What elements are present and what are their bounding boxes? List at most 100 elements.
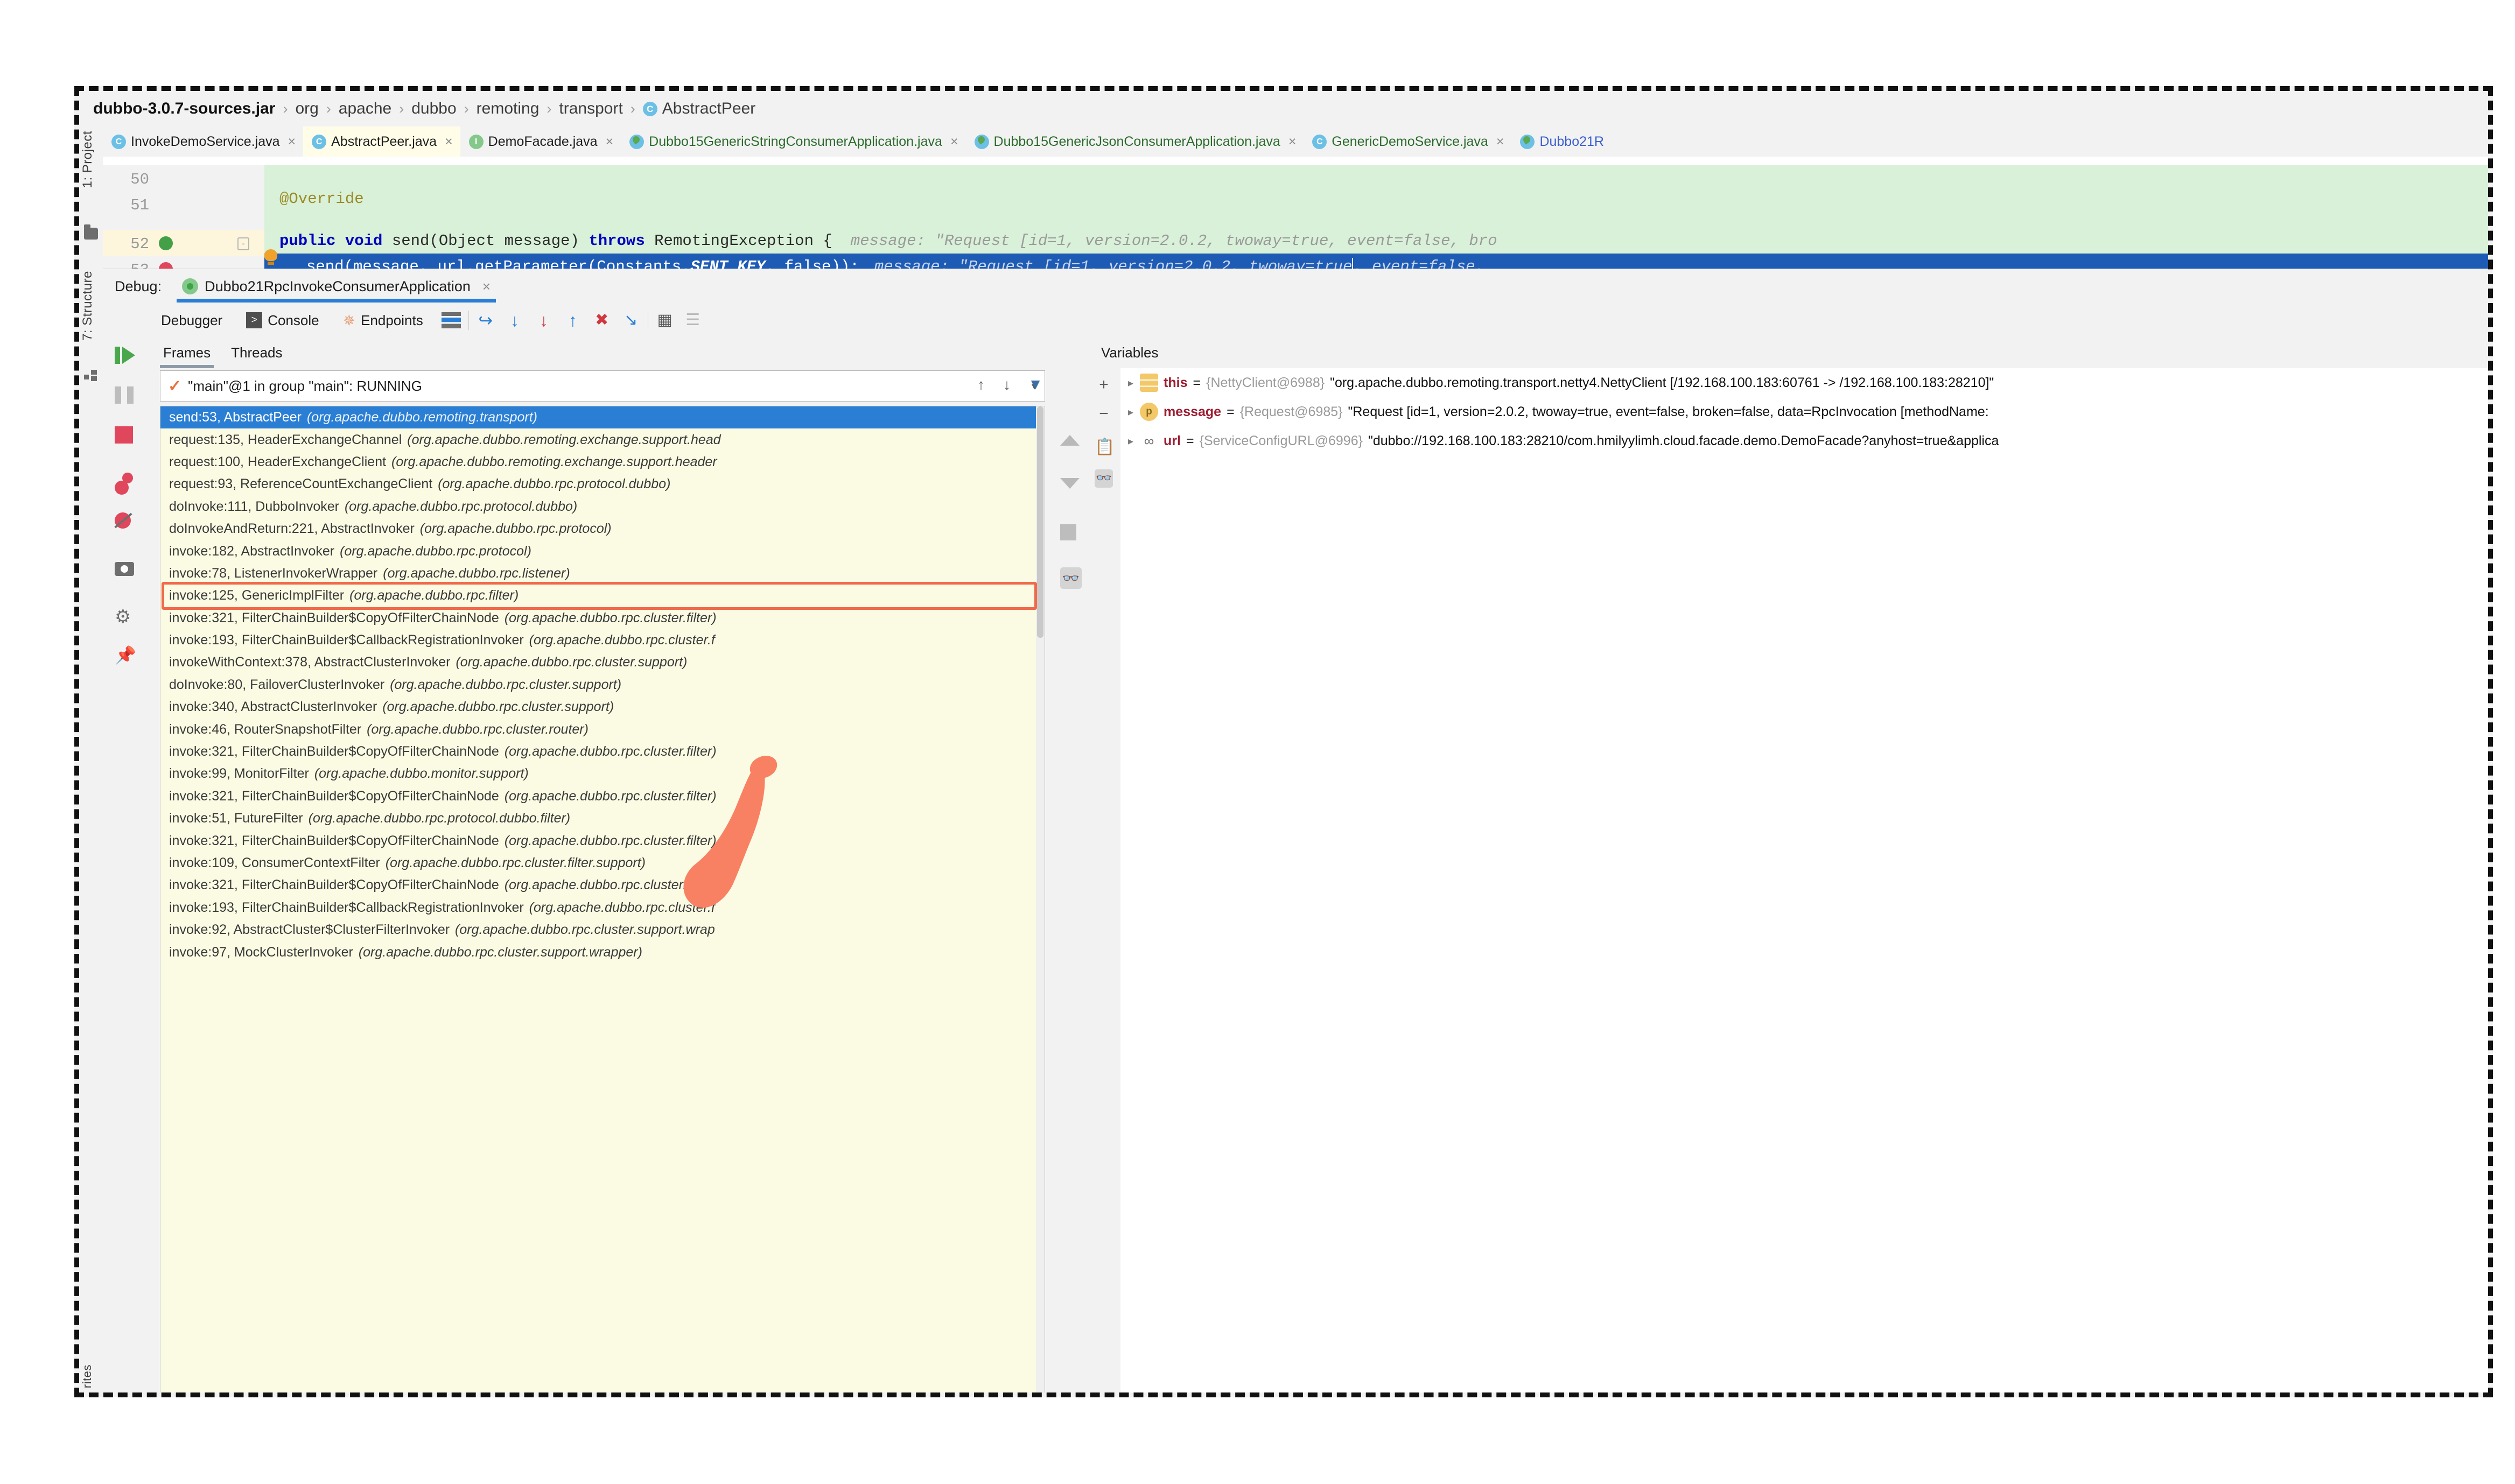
filter-icon[interactable]: ▼ (1028, 376, 1043, 393)
copy-value-icon[interactable]: 📋 (1095, 438, 1113, 456)
breadcrumb[interactable]: dubbo-3.0.7-sources.jar › org › apache ›… (79, 91, 2488, 126)
frame-row[interactable]: invoke:321, FilterChainBuilder$CopyOfFil… (160, 829, 1045, 852)
close-icon[interactable]: × (1496, 134, 1504, 150)
step-out-icon[interactable]: ↑ (564, 311, 582, 329)
inspect-icon[interactable]: 👓 (1095, 469, 1113, 488)
code-fold-icon[interactable]: - (237, 237, 249, 250)
editor-tab-abstractpeer[interactable]: C AbstractPeer.java × (303, 126, 460, 157)
frames-side-actions[interactable]: 👓 (1054, 337, 1087, 1392)
code-line-53-current[interactable]: send(message, url.getParameter(Constants… (264, 254, 2488, 269)
close-icon[interactable]: × (606, 134, 614, 150)
close-icon[interactable]: × (1288, 134, 1297, 150)
frame-row[interactable]: invoke:97, MockClusterInvoker (org.apach… (160, 941, 1045, 963)
breadcrumb-item-org[interactable]: org (295, 100, 318, 118)
frame-row[interactable]: doInvoke:111, DubboInvoker (org.apache.d… (160, 496, 1045, 518)
trace-icon[interactable]: ☰ (684, 311, 702, 329)
frames-down-icon[interactable]: ↓ (998, 376, 1016, 394)
pause-program-icon[interactable] (115, 386, 137, 409)
scroll-up-icon[interactable] (1060, 435, 1080, 446)
editor-tab-demofacade[interactable]: I DemoFacade.java × (460, 126, 621, 157)
variable-row-this[interactable]: ▸ this = {NettyClient@6988} "org.apache.… (1120, 368, 2488, 397)
frame-row[interactable]: doInvoke:80, FailoverClusterInvoker (org… (160, 674, 1045, 696)
variable-row-message[interactable]: ▸ p message = {Request@6985} "Request [i… (1120, 397, 2488, 426)
frame-row[interactable]: invoke:340, AbstractClusterInvoker (org.… (160, 696, 1045, 718)
tab-frames[interactable]: Frames (163, 337, 211, 368)
tab-debugger[interactable]: Debugger (149, 312, 234, 329)
debug-toolbar[interactable]: Debugger > Console ✵ Endpoints ↪ ↓ ↓ ↑ ✖… (103, 304, 2488, 337)
frames-scrollbar[interactable] (1036, 406, 1045, 1392)
run-configuration-tab[interactable]: Dubbo21RpcInvokeConsumerApplication × (177, 269, 496, 304)
editor-tab-genericdemoservice[interactable]: C GenericDemoService.java × (1304, 126, 1511, 157)
run-to-cursor-icon[interactable]: ↘ (622, 311, 640, 329)
frame-row[interactable]: invoke:321, FilterChainBuilder$CopyOfFil… (160, 785, 1045, 807)
debug-action-buttons[interactable]: ⚙ 📌 (103, 337, 150, 1392)
mute-breakpoints-icon[interactable] (115, 512, 137, 535)
chevron-right-icon[interactable]: ▸ (1128, 376, 1133, 390)
breadcrumb-leaf[interactable]: AbstractPeer (662, 100, 755, 118)
frame-row[interactable]: invoke:182, AbstractInvoker (org.apache.… (160, 540, 1045, 562)
breakpoint-icon[interactable] (159, 262, 173, 269)
breadcrumb-item-apache[interactable]: apache (339, 100, 391, 118)
editor-code-area[interactable]: @Override public void send(Object messag… (264, 165, 2488, 269)
frames-tab-bar[interactable]: Frames Threads (149, 337, 1054, 368)
frame-row[interactable]: invoke:109, ConsumerContextFilter (org.a… (160, 852, 1045, 874)
breadcrumb-root[interactable]: dubbo-3.0.7-sources.jar (93, 100, 275, 118)
tab-threads[interactable]: Threads (231, 337, 282, 368)
step-over-icon[interactable]: ↪ (477, 311, 495, 329)
remove-watch-icon[interactable]: − (1095, 405, 1113, 423)
thread-selector[interactable]: ✓ "main"@1 in group "main": RUNNING ▾ (160, 370, 1045, 402)
close-icon[interactable]: × (445, 134, 453, 150)
tab-console[interactable]: > Console (234, 312, 331, 329)
close-icon[interactable]: × (288, 134, 296, 150)
frames-up-icon[interactable]: ↑ (972, 376, 990, 394)
get-thread-dump-icon[interactable] (115, 562, 137, 585)
pin-tab-icon[interactable]: 📌 (115, 645, 137, 667)
variables-list[interactable]: ▸ this = {NettyClient@6988} "org.apache.… (1120, 368, 2488, 1392)
breakpoint-verified-icon[interactable] (159, 236, 173, 250)
frame-row[interactable]: invoke:99, MonitorFilter (org.apache.dub… (160, 763, 1045, 785)
intention-bulb-icon[interactable] (264, 249, 277, 265)
add-watch-icon[interactable]: + (1095, 376, 1113, 394)
drop-frame-icon[interactable]: ✖ (593, 311, 611, 329)
stop-icon[interactable] (115, 426, 137, 449)
frame-row[interactable]: invoke:92, AbstractCluster$ClusterFilter… (160, 919, 1045, 941)
editor-tab-bar[interactable]: C InvokeDemoService.java × C AbstractPee… (103, 126, 2488, 157)
scroll-down-icon[interactable] (1060, 478, 1080, 489)
frame-row[interactable]: invoke:193, FilterChainBuilder$CallbackR… (160, 897, 1045, 919)
copy-icon[interactable] (1060, 524, 1082, 546)
view-breakpoints-icon[interactable] (115, 473, 137, 495)
tab-endpoints[interactable]: ✵ Endpoints (331, 312, 435, 329)
chevron-right-icon[interactable]: ▸ (1128, 434, 1133, 448)
frames-list[interactable]: send:53, AbstractPeer (org.apache.dubbo.… (160, 406, 1045, 1392)
settings-icon[interactable]: ⚙ (115, 606, 137, 629)
frame-row[interactable]: request:135, HeaderExchangeChannel (org.… (160, 428, 1045, 451)
breadcrumb-item-transport[interactable]: transport (559, 100, 622, 118)
frame-row[interactable]: invoke:46, RouterSnapshotFilter (org.apa… (160, 718, 1045, 740)
breadcrumb-item-remoting[interactable]: remoting (477, 100, 540, 118)
frame-row[interactable]: invoke:193, FilterChainBuilder$CallbackR… (160, 629, 1045, 651)
code-editor[interactable]: 50 51 52 53 54 - - @Override public void… (103, 157, 2488, 269)
resume-program-icon[interactable] (115, 347, 137, 369)
frame-row[interactable]: request:100, HeaderExchangeClient (org.a… (160, 451, 1045, 473)
frame-row[interactable]: invoke:51, FutureFilter (org.apache.dubb… (160, 807, 1045, 829)
frame-row[interactable]: doInvokeAndReturn:221, AbstractInvoker (… (160, 518, 1045, 540)
variable-row-url[interactable]: ▸ ∞ url = {ServiceConfigURL@6996} "dubbo… (1120, 426, 2488, 455)
sidebar-item-project[interactable]: 1: Project (80, 131, 95, 188)
close-icon[interactable]: × (482, 278, 491, 295)
sidebar-item-structure[interactable]: 7: Structure (80, 271, 95, 341)
layout-settings-icon[interactable] (442, 312, 461, 328)
editor-tab-dubbo15genericjson[interactable]: Dubbo15GenericJsonConsumerApplication.ja… (966, 126, 1304, 157)
editor-tab-dubbo15genericstring[interactable]: Dubbo15GenericStringConsumerApplication.… (621, 126, 965, 157)
step-into-icon[interactable]: ↓ (506, 311, 524, 329)
frame-row[interactable]: invoke:321, FilterChainBuilder$CopyOfFil… (160, 607, 1045, 629)
structure-icon[interactable] (84, 370, 98, 382)
editor-tab-invokedemoservice[interactable]: C InvokeDemoService.java × (103, 126, 303, 157)
editor-gutter[interactable]: 50 51 52 53 54 - - (103, 165, 264, 269)
chevron-right-icon[interactable]: ▸ (1128, 405, 1133, 419)
close-icon[interactable]: × (950, 134, 958, 150)
frame-row[interactable]: invoke:78, ListenerInvokerWrapper (org.a… (160, 562, 1045, 585)
frame-row[interactable]: send:53, AbstractPeer (org.apache.dubbo.… (160, 406, 1045, 428)
code-line-52[interactable]: public void send(Object message) throws … (264, 228, 2488, 254)
frame-row[interactable]: invoke:321, FilterChainBuilder$CopyOfFil… (160, 741, 1045, 763)
evaluate-expression-icon[interactable]: ▦ (656, 311, 674, 329)
